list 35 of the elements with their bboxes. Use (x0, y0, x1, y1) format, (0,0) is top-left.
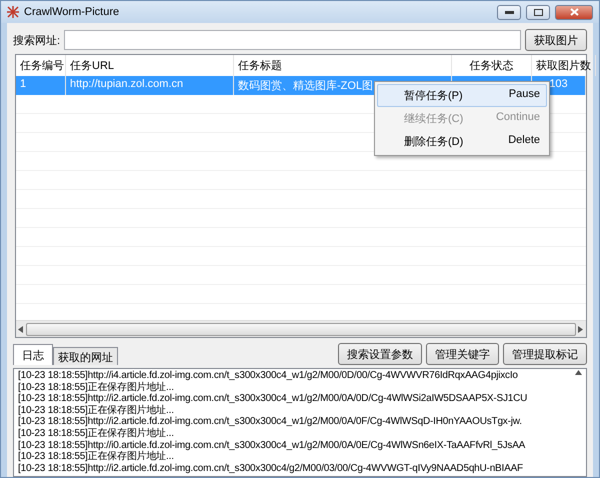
log-line: [10-23 18:18:55]正在保存图片地址... (18, 404, 174, 416)
action-button[interactable]: 搜索设置参数 (338, 343, 422, 365)
minimize-icon (504, 10, 514, 14)
horizontal-scrollbar[interactable] (16, 320, 586, 337)
action-button[interactable]: 管理提取标记 (503, 343, 587, 365)
up-arrow-icon (574, 370, 582, 375)
tab[interactable]: 日志 (13, 344, 53, 365)
app-icon (7, 6, 19, 18)
log-line: [10-23 18:18:55]正在保存图片地址... (18, 451, 174, 463)
log-line: [10-23 18:18:55]http://i2.article.fd.zol-img.com.cn/t_s300x300c4/g2/M00/03/00/Cg-4WVWGT-qIVy9NAAD5qhU-nBIAAF (18, 462, 523, 474)
table-cell: 1 (20, 78, 26, 90)
close-icon (570, 8, 578, 16)
action-button[interactable]: 管理关键字 (426, 343, 499, 365)
right-arrow-icon (578, 326, 584, 332)
close-button[interactable] (555, 4, 593, 20)
maximize-icon (534, 8, 542, 16)
log-line: [10-23 18:18:55]http://i0.article.fd.zol-img.com.cn/t_s300x300c4_w1/g2/M00/0A/0E/Cg-4WlWSn6eIX-TaAAFfvRl_5JsAA (18, 440, 526, 451)
left-arrow-icon (18, 326, 24, 332)
search-field[interactable] (64, 30, 521, 50)
table-cell: 103 (549, 78, 568, 90)
log-line: [10-23 18:18:55]http://i2.article.fd.zol-img.com.cn/t_s300x300c4_w1/g2/M00/0A/0D/Cg-4WlWSi2aIW5DSAAP5X-SJ1CU (18, 393, 528, 404)
window-title: CrawlWorm-Picture (24, 6, 120, 18)
table-cell: http://tupian.zol.com.cn (70, 78, 184, 90)
menu-item[interactable]: 删除任务(D) Delete (377, 130, 547, 153)
log-line: [10-23 18:18:55]正在保存图片地址... (18, 382, 174, 394)
minimize-button[interactable] (497, 4, 521, 20)
table-cell: 数码图赏、精选图库-ZOL图 (238, 80, 374, 92)
log-line: [10-23 18:18:55]http://i2.article.fd.zol-img.com.cn/t_s300x300c4_w1/g2/M00/0A/0F/Cg-4WlWSqD-IH0nYAAOUsTgx-jw. (18, 416, 522, 428)
tab[interactable]: 获取的网址 (53, 347, 118, 365)
maximize-button[interactable] (526, 4, 550, 20)
log-line: [10-23 18:18:55]http://i4.article.fd.zol-img.com.cn/t_s300x300c4_w1/g2/M00/0D/00/Cg-4WVWVR76IdRqxAAG4pjixcIo (18, 370, 518, 382)
log-line: [10-23 18:18:55]正在保存图片地址... (18, 428, 174, 440)
fetch-button[interactable]: 获取图片 (525, 29, 587, 51)
menu-item[interactable]: 暂停任务(P) Pause (377, 84, 547, 107)
search-label: 搜索网址: (13, 34, 60, 48)
